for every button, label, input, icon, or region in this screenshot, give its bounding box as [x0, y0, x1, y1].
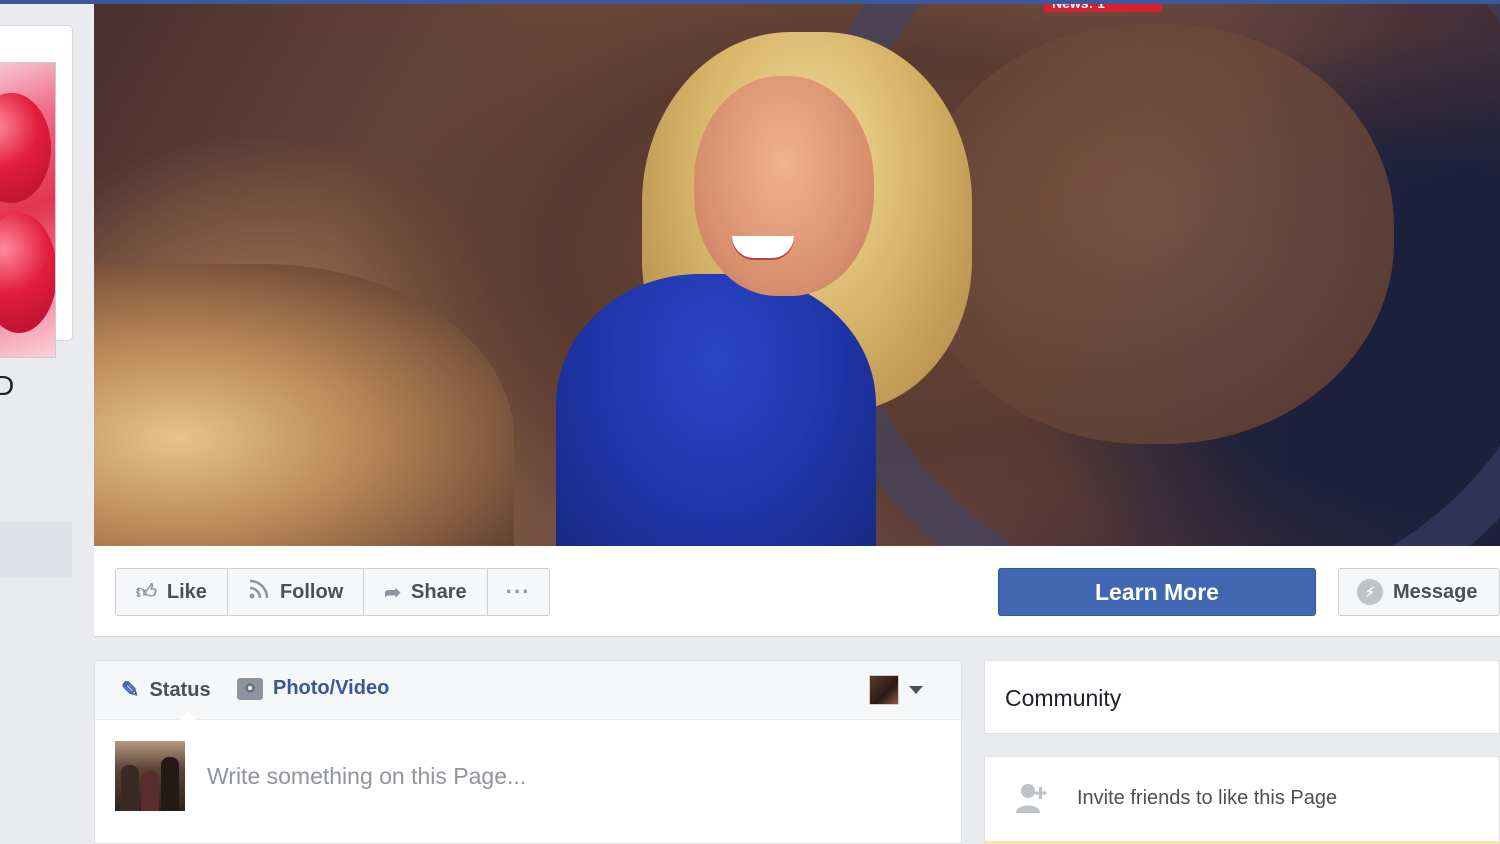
- community-card: Community: [984, 660, 1500, 734]
- ellipsis-icon: ···: [505, 579, 531, 604]
- balloon-image: [0, 213, 55, 333]
- post-as-selector[interactable]: [869, 675, 923, 705]
- balloon-image: [0, 93, 51, 203]
- tab-photo-video[interactable]: Photo/Video: [237, 677, 389, 700]
- thumbs-up-icon: 👍︎: [136, 581, 157, 603]
- cover-photo[interactable]: News: 1: [94, 4, 1500, 546]
- like-label: Like: [166, 580, 207, 603]
- invite-friends-link[interactable]: Invite friends to like this Page: [1077, 787, 1337, 810]
- share-label: Share: [411, 580, 467, 603]
- tab-status[interactable]: ✎ Status: [121, 677, 211, 703]
- cover-person-face: [694, 76, 874, 296]
- more-options-button[interactable]: ···: [488, 569, 549, 615]
- active-tab-caret: [179, 711, 197, 720]
- profile-picture-frame[interactable]: [0, 26, 72, 358]
- news-badge[interactable]: News: 1: [1044, 4, 1162, 12]
- follow-button[interactable]: Follow: [228, 569, 365, 615]
- post-composer: ✎ Status Photo/Video: [94, 660, 962, 844]
- tab-status-label: Status: [149, 678, 211, 701]
- messenger-icon: ⚡︎: [1357, 579, 1383, 605]
- cover-person-body: [556, 274, 876, 546]
- cover-mesa: [914, 24, 1394, 444]
- rss-icon: [248, 578, 270, 606]
- like-button[interactable]: 👍︎ Like: [116, 569, 228, 615]
- profile-picture[interactable]: [0, 62, 56, 358]
- message-label: Message: [1393, 580, 1478, 603]
- page-name-fragment: D: [0, 370, 15, 401]
- compose-post-input[interactable]: [205, 757, 909, 795]
- page-action-bar: 👍︎ Like Follow ➦ Share ··· Learn More ⚡︎…: [94, 546, 1500, 637]
- add-friend-icon: [1015, 781, 1049, 815]
- composer-header: ✎ Status Photo/Video: [95, 661, 961, 720]
- page-action-buttons: 👍︎ Like Follow ➦ Share ···: [115, 568, 550, 616]
- share-arrow-icon: ➦: [384, 581, 402, 604]
- share-button[interactable]: ➦ Share: [364, 569, 488, 615]
- camera-icon: [237, 677, 263, 700]
- follow-label: Follow: [279, 580, 344, 603]
- community-title: Community: [1005, 685, 1122, 711]
- pencil-icon: ✎: [121, 677, 140, 702]
- chevron-down-icon: [909, 686, 923, 694]
- learn-more-button[interactable]: Learn More: [998, 568, 1316, 616]
- invite-friends-card[interactable]: Invite friends to like this Page: [984, 756, 1500, 844]
- left-nav-item[interactable]: [0, 522, 72, 578]
- avatar[interactable]: [115, 741, 185, 811]
- avatar: [869, 675, 899, 705]
- cover-cliff: [94, 264, 514, 546]
- message-button[interactable]: ⚡︎ Message: [1338, 568, 1500, 616]
- tab-photo-label: Photo/Video: [273, 677, 390, 699]
